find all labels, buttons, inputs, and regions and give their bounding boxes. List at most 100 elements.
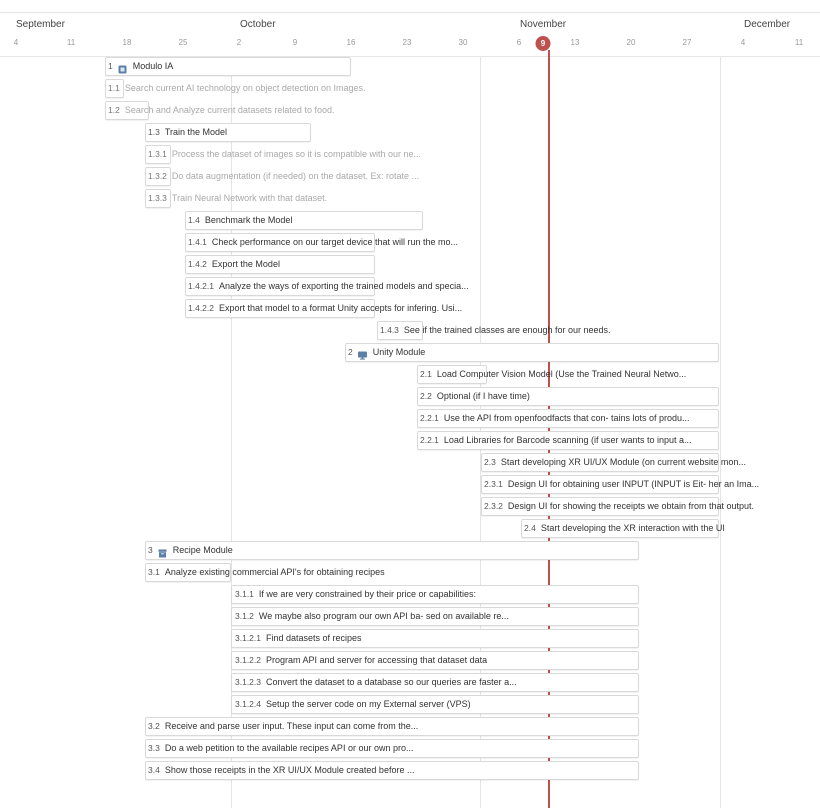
- task-row[interactable]: 1.3.2 Do data augmentation (if needed) on…: [148, 167, 419, 186]
- task-number: 1.4.2.2: [188, 303, 214, 313]
- task-row[interactable]: 1.4.2.2 Export that model to a format Uni…: [188, 299, 462, 318]
- task-label: Design UI for obtaining user INPUT (INPU…: [507, 479, 760, 489]
- task-number: 3.1.2.3: [235, 677, 261, 687]
- task-row[interactable]: 2 Unity Module: [348, 343, 425, 362]
- task-label: Load Computer Vision Model (Use the Trai…: [436, 369, 687, 379]
- task-row[interactable]: 3.1.1 If we are very constrained by their…: [235, 585, 476, 604]
- task-number: 1.4.3: [380, 325, 399, 335]
- task-row[interactable]: 3.1.2 We maybe also program our own API b…: [235, 607, 509, 626]
- task-label: Start developing the XR interaction with…: [540, 523, 725, 533]
- task-label: If we are very constrained by their pric…: [258, 589, 477, 599]
- month-gridline: [720, 57, 721, 808]
- task-number: 2.2: [420, 391, 432, 401]
- task-row[interactable]: 1.3.1 Process the dataset of images so it…: [148, 145, 421, 164]
- task-row[interactable]: 1 Modulo IA: [108, 57, 173, 76]
- task-label: We maybe also program our own API ba- se…: [258, 611, 509, 621]
- task-row[interactable]: 3.1.2.1 Find datasets of recipes: [235, 629, 362, 648]
- month-label-december: December: [744, 19, 791, 30]
- task-row[interactable]: 1.3 Train the Model: [148, 123, 227, 142]
- task-number: 1.4.2: [188, 259, 207, 269]
- task-row[interactable]: 1.2 Search and Analyze current datasets r…: [108, 101, 334, 120]
- task-number: 1.4.2.1: [188, 281, 214, 291]
- task-row[interactable]: 3.3 Do a web petition to the available re…: [148, 739, 413, 758]
- task-row[interactable]: 2.2.1 Use the API from openfoodfacts that…: [420, 409, 690, 428]
- task-row[interactable]: 2.2 Optional (if I have time): [420, 387, 530, 406]
- task-number: 3.1.2.1: [235, 633, 261, 643]
- task-label: Check performance on our target device t…: [211, 237, 459, 247]
- day-label: 13: [570, 38, 580, 47]
- task-number: 3.1.2.2: [235, 655, 261, 665]
- task-number: 2.3.1: [484, 479, 503, 489]
- task-label: Setup the server code on my External ser…: [266, 699, 471, 709]
- task-row[interactable]: 3 Recipe Module: [148, 541, 233, 560]
- task-number: 3.4: [148, 765, 160, 775]
- task-row[interactable]: 1.4 Benchmark the Model: [188, 211, 292, 230]
- task-number: 3.1.2: [235, 611, 254, 621]
- task-number: 3: [148, 545, 153, 555]
- header-top-divider: [0, 12, 820, 13]
- today-marker: 9: [535, 36, 551, 51]
- day-label: 30: [458, 38, 468, 47]
- task-row[interactable]: 3.2 Receive and parse user input. These i…: [148, 717, 418, 736]
- task-label: Export that model to a format Unity acce…: [219, 303, 463, 313]
- task-label: Modulo IA: [132, 61, 174, 71]
- day-label: 4: [13, 38, 19, 47]
- task-label: Show those receipts in the XR UI/UX Modu…: [164, 765, 415, 775]
- task-number: 1.4.1: [188, 237, 207, 247]
- day-label: 16: [346, 38, 356, 47]
- day-label: 9: [292, 38, 298, 47]
- task-row[interactable]: 2.4 Start developing the XR interaction w…: [524, 519, 725, 538]
- task-row[interactable]: 2.3 Start developing XR UI/UX Module (on …: [484, 453, 746, 472]
- task-number: 1.3: [148, 127, 160, 137]
- task-row[interactable]: 1.4.1 Check performance on our target dev…: [188, 233, 458, 252]
- task-row[interactable]: 2.2.1 Load Libraries for Barcode scanning…: [420, 431, 692, 450]
- task-row[interactable]: 3.1.2.3 Convert the dataset to a database…: [235, 673, 517, 692]
- task-label: Receive and parse user input. These inpu…: [164, 721, 419, 731]
- month-label-october: October: [240, 19, 276, 30]
- task-number: 2.4: [524, 523, 536, 533]
- task-number: 1: [108, 61, 113, 71]
- task-label: Optional (if I have time): [436, 391, 530, 401]
- task-number: 1.4: [188, 215, 200, 225]
- task-number: 3.2: [148, 721, 160, 731]
- task-label: Analyze the ways of exporting the traine…: [219, 281, 469, 291]
- day-label: 23: [402, 38, 412, 47]
- task-label: Train Neural Network with that dataset.: [171, 193, 328, 203]
- task-number: 2.2.1: [420, 413, 439, 423]
- task-number: 1.3.1: [148, 149, 167, 159]
- task-row[interactable]: 3.1 Analyze existing commercial API's for…: [148, 563, 385, 582]
- task-label: Export the Model: [211, 259, 280, 269]
- day-label: 11: [794, 38, 804, 47]
- task-number: 2.3.2: [484, 501, 503, 511]
- task-label: Benchmark the Model: [204, 215, 293, 225]
- day-label: 11: [66, 38, 76, 47]
- task-row[interactable]: 1.4.3 See if the trained classes are enou…: [380, 321, 611, 340]
- day-label: 6: [516, 38, 522, 47]
- task-number: 1.3.3: [148, 193, 167, 203]
- task-row[interactable]: 3.4 Show those receipts in the XR UI/UX M…: [148, 761, 414, 780]
- task-row[interactable]: 3.1.2.4 Setup the server code on my Exter…: [235, 695, 471, 714]
- task-row[interactable]: 2.3.2 Design UI for showing the receipts …: [484, 497, 754, 516]
- task-number: 2.2.1: [420, 435, 439, 445]
- task-row[interactable]: 2.3.1 Design UI for obtaining user INPUT …: [484, 475, 759, 494]
- task-label: Load Libraries for Barcode scanning (if …: [443, 435, 692, 445]
- task-row[interactable]: 1.4.2.1 Analyze the ways of exporting the…: [188, 277, 469, 296]
- monitor-icon: [357, 348, 367, 360]
- task-label: Find datasets of recipes: [266, 633, 362, 643]
- task-number: 2: [348, 347, 353, 357]
- task-number: 1.2: [108, 105, 120, 115]
- day-label: 27: [682, 38, 692, 47]
- task-row[interactable]: 1.1 Search current AI technology on objec…: [108, 79, 365, 98]
- task-row[interactable]: 1.4.2 Export the Model: [188, 255, 280, 274]
- task-row[interactable]: 3.1.2.2 Program API and server for access…: [235, 651, 487, 670]
- task-number: 3.1.1: [235, 589, 254, 599]
- day-label: 4: [740, 38, 746, 47]
- gantt-timeline: September October November December 4 11…: [0, 0, 820, 808]
- day-label: 25: [178, 38, 188, 47]
- task-number: 2.1: [420, 369, 432, 379]
- task-row[interactable]: 2.1 Load Computer Vision Model (Use the T…: [420, 365, 686, 384]
- task-row[interactable]: 1.3.3 Train Neural Network with that data…: [148, 189, 327, 208]
- day-label: 2: [236, 38, 242, 47]
- task-label: See if the trained classes are enough fo…: [403, 325, 611, 335]
- day-label: 20: [626, 38, 636, 47]
